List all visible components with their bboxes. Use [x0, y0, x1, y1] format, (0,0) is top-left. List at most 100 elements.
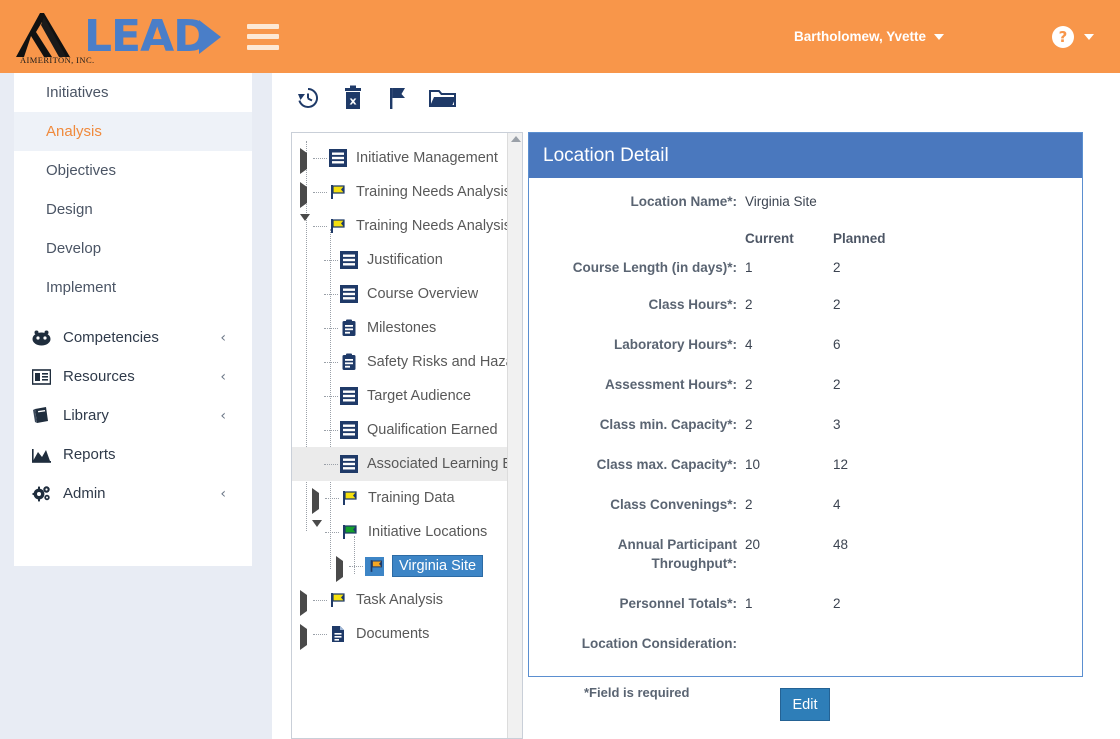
history-icon[interactable] [291, 81, 325, 115]
hamburger-bar-1 [246, 23, 279, 29]
tree-connector [313, 157, 327, 159]
expand-toggle-icon[interactable] [300, 181, 311, 208]
sidebar-divider-space [14, 307, 252, 318]
tree-node-virginia-site[interactable]: Virginia Site [292, 549, 509, 583]
tree-node-label: Associated Learning E [367, 456, 509, 472]
tree-node-justification[interactable]: Justification [292, 243, 509, 277]
field-value-planned: 4 [833, 497, 841, 512]
navigation-tree-panel: Initiative Management Training Needs Ana… [291, 132, 523, 739]
sidebar-item-library[interactable]: Library ‹ [14, 396, 252, 435]
field-value-planned: 2 [833, 596, 841, 611]
tree-node-label: Safety Risks and Haza [367, 354, 509, 370]
sidebar-item-design[interactable]: Design [14, 190, 252, 229]
expand-toggle-icon[interactable] [336, 555, 347, 582]
detail-form: Location Name*: Virginia Site Current Pl… [529, 178, 1082, 653]
collapse-toggle-icon[interactable] [312, 519, 323, 543]
tree-node-label: Course Overview [367, 286, 479, 302]
field-value-current: 10 [745, 457, 761, 472]
tree-connector [325, 497, 339, 499]
flag-yellow-icon [341, 489, 360, 508]
sidebar-item-implement[interactable]: Implement [14, 268, 252, 307]
field-value-current: 2 [745, 377, 753, 392]
hamburger-bar-2 [246, 34, 279, 39]
flag-icon[interactable] [381, 81, 415, 115]
tree-node-label: Milestones [367, 320, 437, 336]
tree-node-milestones[interactable]: Milestones [292, 311, 509, 345]
sidebar-item-label: Analysis [46, 123, 102, 140]
chevron-left-icon: ‹ [220, 368, 226, 385]
competencies-icon [30, 328, 52, 348]
sidebar-item-label: Reports [63, 446, 116, 463]
sidebar-item-admin[interactable]: Admin ‹ [14, 474, 252, 513]
delete-trash-icon[interactable]: x [336, 81, 370, 115]
user-name-label: Bartholomew, Yvette [793, 29, 926, 44]
tree-node-training-needs-analysis[interactable]: Training Needs Analysis [292, 209, 509, 243]
field-value-planned: 6 [833, 337, 841, 352]
flag-green-icon [341, 523, 360, 542]
field-row-location-consideration: Location Consideration: [529, 634, 1082, 653]
open-folder-icon[interactable] [426, 81, 460, 115]
expand-toggle-icon[interactable] [300, 623, 311, 650]
tree-node-label: Documents [356, 626, 430, 642]
expand-toggle-icon[interactable] [312, 487, 323, 514]
resources-icon [30, 367, 52, 387]
sidebar-item-analysis[interactable]: Analysis [14, 112, 252, 151]
sidebar-item-resources[interactable]: Resources ‹ [14, 357, 252, 396]
sidebar-item-initiatives[interactable]: Initiatives [14, 73, 252, 112]
expand-toggle-icon[interactable] [300, 589, 311, 616]
tree-connector [324, 259, 338, 261]
panel-title: Location Detail [529, 133, 1082, 178]
tree-node-task-analysis[interactable]: Task Analysis [292, 583, 509, 617]
document-lines-icon [340, 455, 359, 474]
field-value-current: 2 [745, 297, 753, 312]
document-lines-icon [340, 251, 359, 270]
sidebar-item-develop[interactable]: Develop [14, 229, 252, 268]
field-value-current: 1 [745, 260, 753, 275]
field-row-assessment-hours: Assessment Hours*: 2 2 [529, 375, 1082, 394]
column-header-row: Current Planned [529, 229, 1082, 248]
tree-node-training-needs-analysis-c[interactable]: Training Needs Analysis (( [292, 175, 509, 209]
sidebar-item-objectives[interactable]: Objectives [14, 151, 252, 190]
clipboard-icon [340, 353, 359, 372]
flag-yellow-icon [329, 183, 348, 202]
field-row-class-max-capacity: Class max. Capacity*: 10 12 [529, 455, 1082, 474]
tree-node-safety-risks-and-hazards[interactable]: Safety Risks and Haza [292, 345, 509, 379]
admin-gears-icon [30, 484, 52, 504]
tree-node-initiative-locations[interactable]: Initiative Locations [292, 515, 509, 549]
scroll-up-arrow-icon[interactable] [511, 136, 521, 142]
tree-node-label: Training Needs Analysis (( [356, 184, 509, 200]
field-label: Class Hours*: [648, 297, 737, 312]
tree-connector [349, 565, 363, 567]
tree-node-training-data[interactable]: Training Data [292, 481, 509, 515]
edit-button[interactable]: Edit [780, 688, 830, 721]
user-menu[interactable]: Bartholomew, Yvette [794, 29, 944, 44]
header-right-group: Bartholomew, Yvette ? [794, 25, 1120, 48]
field-value-planned: 48 [833, 537, 849, 552]
sidebar-item-label: Competencies [63, 329, 159, 346]
field-row-annual-participant-throughput: Annual Participant Throughput*: 20 48 [529, 535, 1082, 573]
tree-node-initiative-management[interactable]: Initiative Management [292, 141, 509, 175]
field-label: Assessment Hours*: [604, 377, 737, 392]
hamburger-menu-icon[interactable] [246, 23, 279, 50]
sidebar-item-reports[interactable]: Reports [14, 435, 252, 474]
field-value-planned: 2 [833, 260, 841, 275]
field-label: Personnel Totals*: [619, 596, 737, 611]
location-detail-panel: Location Detail Location Name*: Virginia… [528, 132, 1083, 677]
help-menu[interactable]: ? [1052, 25, 1094, 48]
sidebar-item-label: Design [46, 201, 93, 218]
expand-toggle-icon[interactable] [300, 147, 311, 174]
tree-node-qualification-earned[interactable]: Qualification Earned [292, 413, 509, 447]
column-header-current: Current [745, 231, 794, 246]
tree-node-target-audience[interactable]: Target Audience [292, 379, 509, 413]
collapse-toggle-icon[interactable] [300, 213, 311, 237]
app-header: AIMERITON, INC. LEAD Bartholomew, Yvette… [0, 0, 1120, 73]
sidebar-item-competencies[interactable]: Competencies ‹ [14, 318, 252, 357]
tree-connector [313, 225, 327, 227]
sidebar-item-label: Implement [46, 279, 117, 296]
tree-node-associated-learning-events[interactable]: Associated Learning E [292, 447, 509, 481]
tree-node-course-overview[interactable]: Course Overview [292, 277, 509, 311]
tree-scrollbar[interactable] [507, 133, 522, 738]
tree-root: Initiative Management Training Needs Ana… [292, 141, 509, 651]
flag-orange-icon [365, 556, 384, 576]
tree-node-documents[interactable]: Documents [292, 617, 509, 651]
